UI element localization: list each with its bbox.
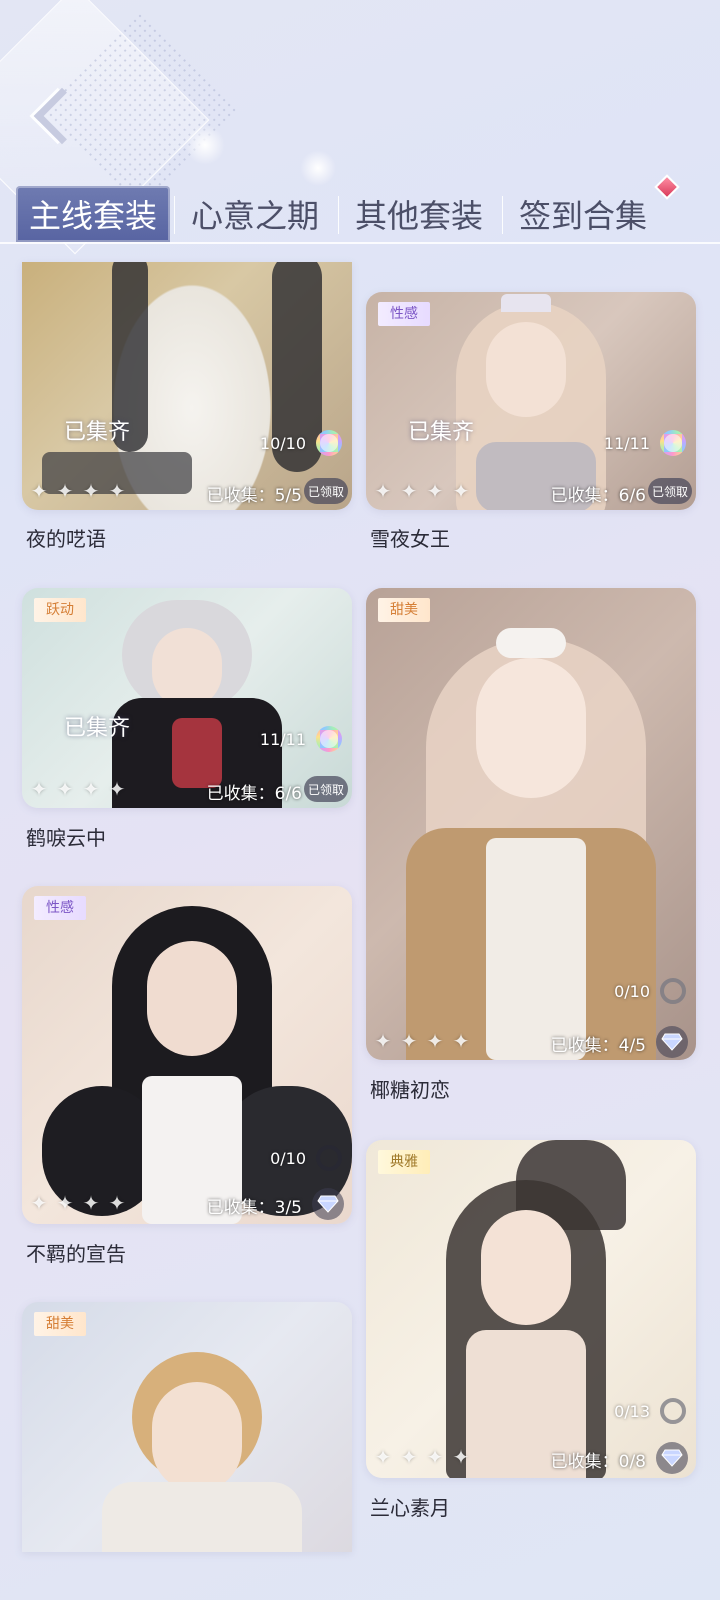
collected-count: 已收集：5/5 [206, 486, 302, 506]
star-icon: ✦ [108, 777, 126, 801]
suit-card[interactable]: 性感 0/10 ✦ ✦ ✦ ✦ 已收集：3/5 [22, 886, 352, 1224]
claimed-chip: 已领取 [648, 478, 692, 504]
star-icon: ✦ [426, 1029, 444, 1053]
suit-artwork [366, 1140, 696, 1478]
suit-card[interactable]: 甜美 0/10 ✦ ✦ ✦ ✦ 已收集：4/5 [366, 588, 696, 1060]
suit-title: 不羁的宣告 [26, 1242, 126, 1266]
star-rating: ✦ ✦ ✦ ✦ [372, 480, 472, 502]
star-icon: ✦ [400, 1445, 418, 1469]
style-tag: 性感 [34, 896, 86, 920]
rainbow-ring-icon [316, 430, 342, 456]
suit-progress: 0/10 [270, 1149, 306, 1168]
suit-progress: 11/11 [259, 730, 306, 749]
star-icon: ✦ [82, 479, 100, 503]
empty-ring-icon [660, 1398, 686, 1424]
suit-progress: 0/13 [614, 1402, 650, 1421]
suit-card[interactable]: 典雅 0/13 ✦ ✦ ✦ ✦ 已收集：0/8 [366, 1140, 696, 1478]
star-icon: ✦ [30, 1191, 48, 1215]
rainbow-ring-icon [316, 726, 342, 752]
category-tabs: 主线套装 心意之期 其他套装 签到合集 [0, 186, 720, 244]
star-icon: ✦ [426, 1445, 444, 1469]
star-icon: ✦ [108, 479, 126, 503]
chevron-left-icon [33, 87, 91, 145]
suit-title: 椰糖初恋 [370, 1078, 450, 1102]
tab-main-suits[interactable]: 主线套装 [16, 186, 170, 242]
collected-count: 已收集：6/6 [550, 486, 646, 506]
tab-checkin-collection[interactable]: 签到合集 [506, 186, 660, 242]
star-icon: ✦ [374, 479, 392, 503]
empty-ring-icon [316, 1145, 342, 1171]
style-tag: 甜美 [378, 598, 430, 622]
star-icon: ✦ [30, 479, 48, 503]
star-icon: ✦ [426, 479, 444, 503]
style-tag: 典雅 [378, 1150, 430, 1174]
suit-title: 雪夜女王 [370, 527, 450, 551]
star-rating: ✦ ✦ ✦ ✦ [28, 778, 128, 800]
claimed-chip: 已领取 [304, 776, 348, 802]
suit-artwork [22, 1302, 352, 1552]
style-tag: 性感 [378, 302, 430, 326]
star-icon: ✦ [400, 1029, 418, 1053]
suit-title: 兰心素月 [370, 1496, 450, 1520]
collected-count: 已收集：0/8 [550, 1452, 646, 1472]
star-icon: ✦ [82, 777, 100, 801]
star-rating: ✦ ✦ ✦ ✦ [372, 1446, 472, 1468]
rainbow-ring-icon [660, 430, 686, 456]
star-icon: ✦ [82, 1191, 100, 1215]
star-rating: ✦ ✦ ✦ ✦ [372, 1030, 472, 1052]
star-icon: ✦ [452, 1029, 470, 1053]
style-tag: 跃动 [34, 598, 86, 622]
star-icon: ✦ [400, 479, 418, 503]
empty-ring-icon [660, 978, 686, 1004]
suit-progress: 10/10 [259, 434, 306, 453]
diamond-reward-icon[interactable] [312, 1188, 344, 1220]
tab-divider [502, 196, 503, 234]
collected-count: 已收集：4/5 [550, 1036, 646, 1056]
suit-artwork [22, 262, 352, 510]
claimed-chip: 已领取 [304, 478, 348, 504]
star-icon: ✦ [30, 777, 48, 801]
back-button[interactable] [28, 87, 91, 148]
tab-heart-period[interactable]: 心意之期 [178, 186, 332, 242]
suit-card[interactable]: 性感 已集齐 11/11 ✦ ✦ ✦ ✦ 已收集：6/6 已领取 [366, 292, 696, 510]
tab-divider [174, 196, 175, 234]
suit-card[interactable]: 跃动 已集齐 11/11 ✦ ✦ ✦ ✦ 已收集：6/6 已领取 [22, 588, 352, 808]
star-icon: ✦ [56, 479, 74, 503]
collected-count: 已收集：6/6 [206, 784, 302, 804]
style-tag: 甜美 [34, 1312, 86, 1336]
star-icon: ✦ [374, 1445, 392, 1469]
diamond-reward-icon[interactable] [656, 1442, 688, 1474]
star-icon: ✦ [374, 1029, 392, 1053]
suit-card[interactable]: 甜美 [22, 1302, 352, 1552]
star-icon: ✦ [452, 1445, 470, 1469]
tab-divider [338, 196, 339, 234]
complete-badge: 已集齐 [386, 405, 496, 455]
star-icon: ✦ [56, 1191, 74, 1215]
suit-artwork [22, 886, 352, 1224]
complete-badge: 已集齐 [42, 701, 152, 751]
sparkle-glow [185, 125, 225, 165]
suit-progress: 11/11 [603, 434, 650, 453]
suit-title: 鹤唳云中 [26, 826, 106, 850]
star-rating: ✦ ✦ ✦ ✦ [28, 480, 128, 502]
suit-progress: 0/10 [614, 982, 650, 1001]
star-icon: ✦ [56, 777, 74, 801]
diamond-reward-icon[interactable] [656, 1026, 688, 1058]
collected-count: 已收集：3/5 [206, 1198, 302, 1218]
tab-other-suits[interactable]: 其他套装 [342, 186, 496, 242]
star-icon: ✦ [108, 1191, 126, 1215]
suit-card[interactable]: 已集齐 10/10 ✦ ✦ ✦ ✦ 已收集：5/5 已领取 [22, 262, 352, 510]
star-icon: ✦ [452, 479, 470, 503]
star-rating: ✦ ✦ ✦ ✦ [28, 1192, 128, 1214]
complete-badge: 已集齐 [42, 405, 152, 455]
sparkle-glow [300, 150, 336, 186]
suit-title: 夜的呓语 [26, 527, 106, 551]
